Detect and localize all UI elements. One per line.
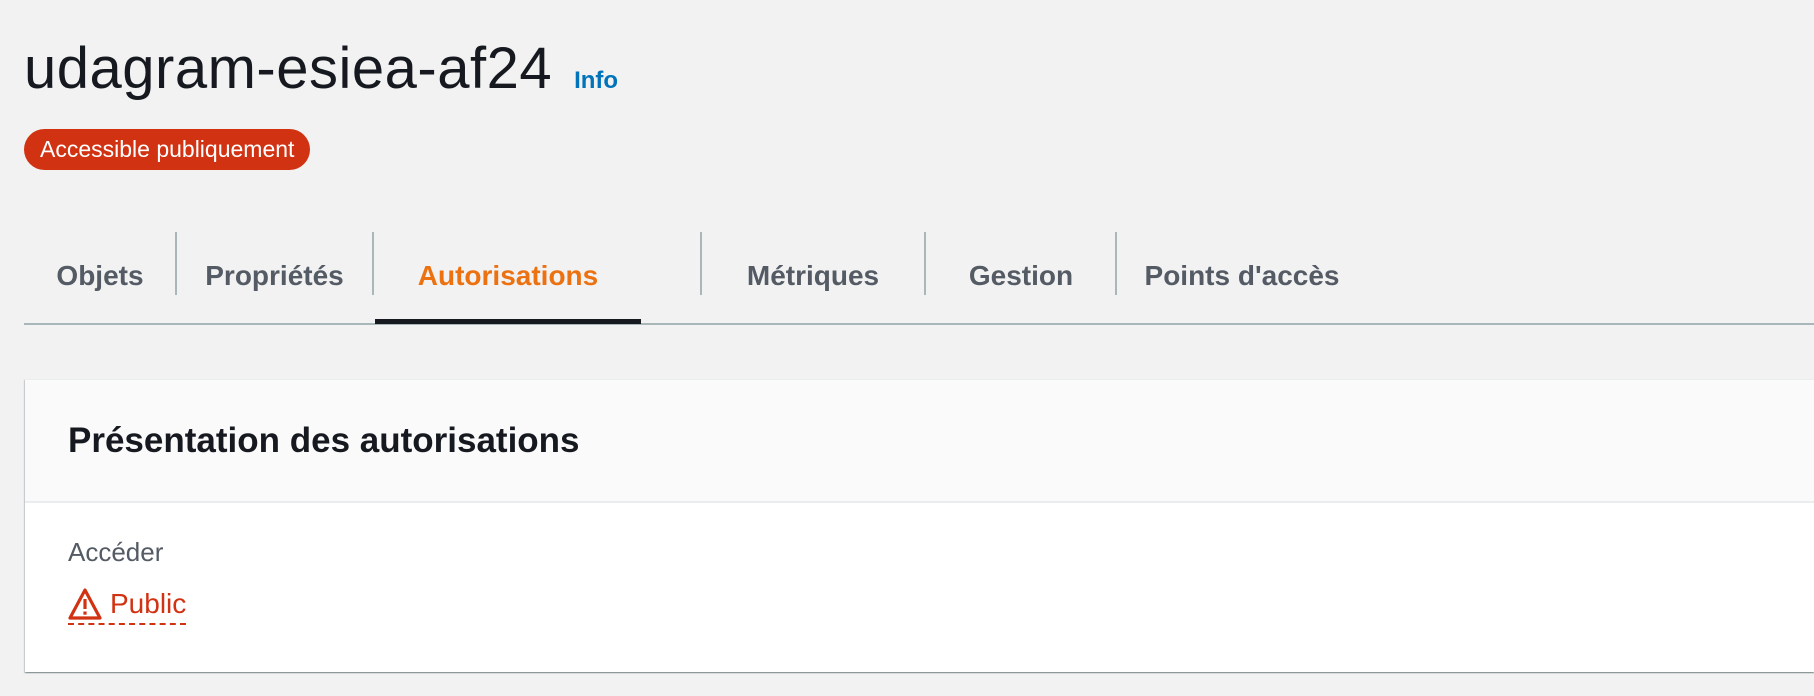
tab-objets[interactable]: Objets	[24, 229, 176, 323]
tab-separator	[372, 232, 374, 295]
public-access-badge: Accessible publiquement	[24, 129, 311, 170]
access-status-text: Public	[110, 588, 187, 619]
info-link[interactable]: Info	[574, 67, 618, 95]
page-title: udagram-esiea-af24	[24, 36, 553, 101]
tab-proprietes[interactable]: Propriétés	[177, 229, 372, 323]
tab-gestion[interactable]: Gestion	[926, 229, 1116, 323]
tab-bar: Objets Propriétés Autorisations Métrique…	[24, 229, 1814, 325]
warning-icon	[68, 587, 102, 621]
access-status-link[interactable]: Public	[68, 587, 187, 625]
page-header: udagram-esiea-af24 Info	[24, 40, 618, 98]
tab-metriques[interactable]: Métriques	[702, 229, 924, 323]
bucket-permissions-page: udagram-esiea-af24 Info Accessible publi…	[0, 0, 1814, 696]
tab-points-acces[interactable]: Points d'accès	[1117, 229, 1367, 323]
tab-autorisations[interactable]: Autorisations	[375, 229, 641, 324]
panel-body: Accéder Public	[25, 503, 1814, 626]
panel-title: Présentation des autorisations	[68, 420, 580, 460]
permissions-overview-panel: Présentation des autorisations Accéder P…	[25, 379, 1814, 672]
access-field-label: Accéder	[68, 537, 164, 567]
panel-header: Présentation des autorisations	[25, 380, 1814, 503]
